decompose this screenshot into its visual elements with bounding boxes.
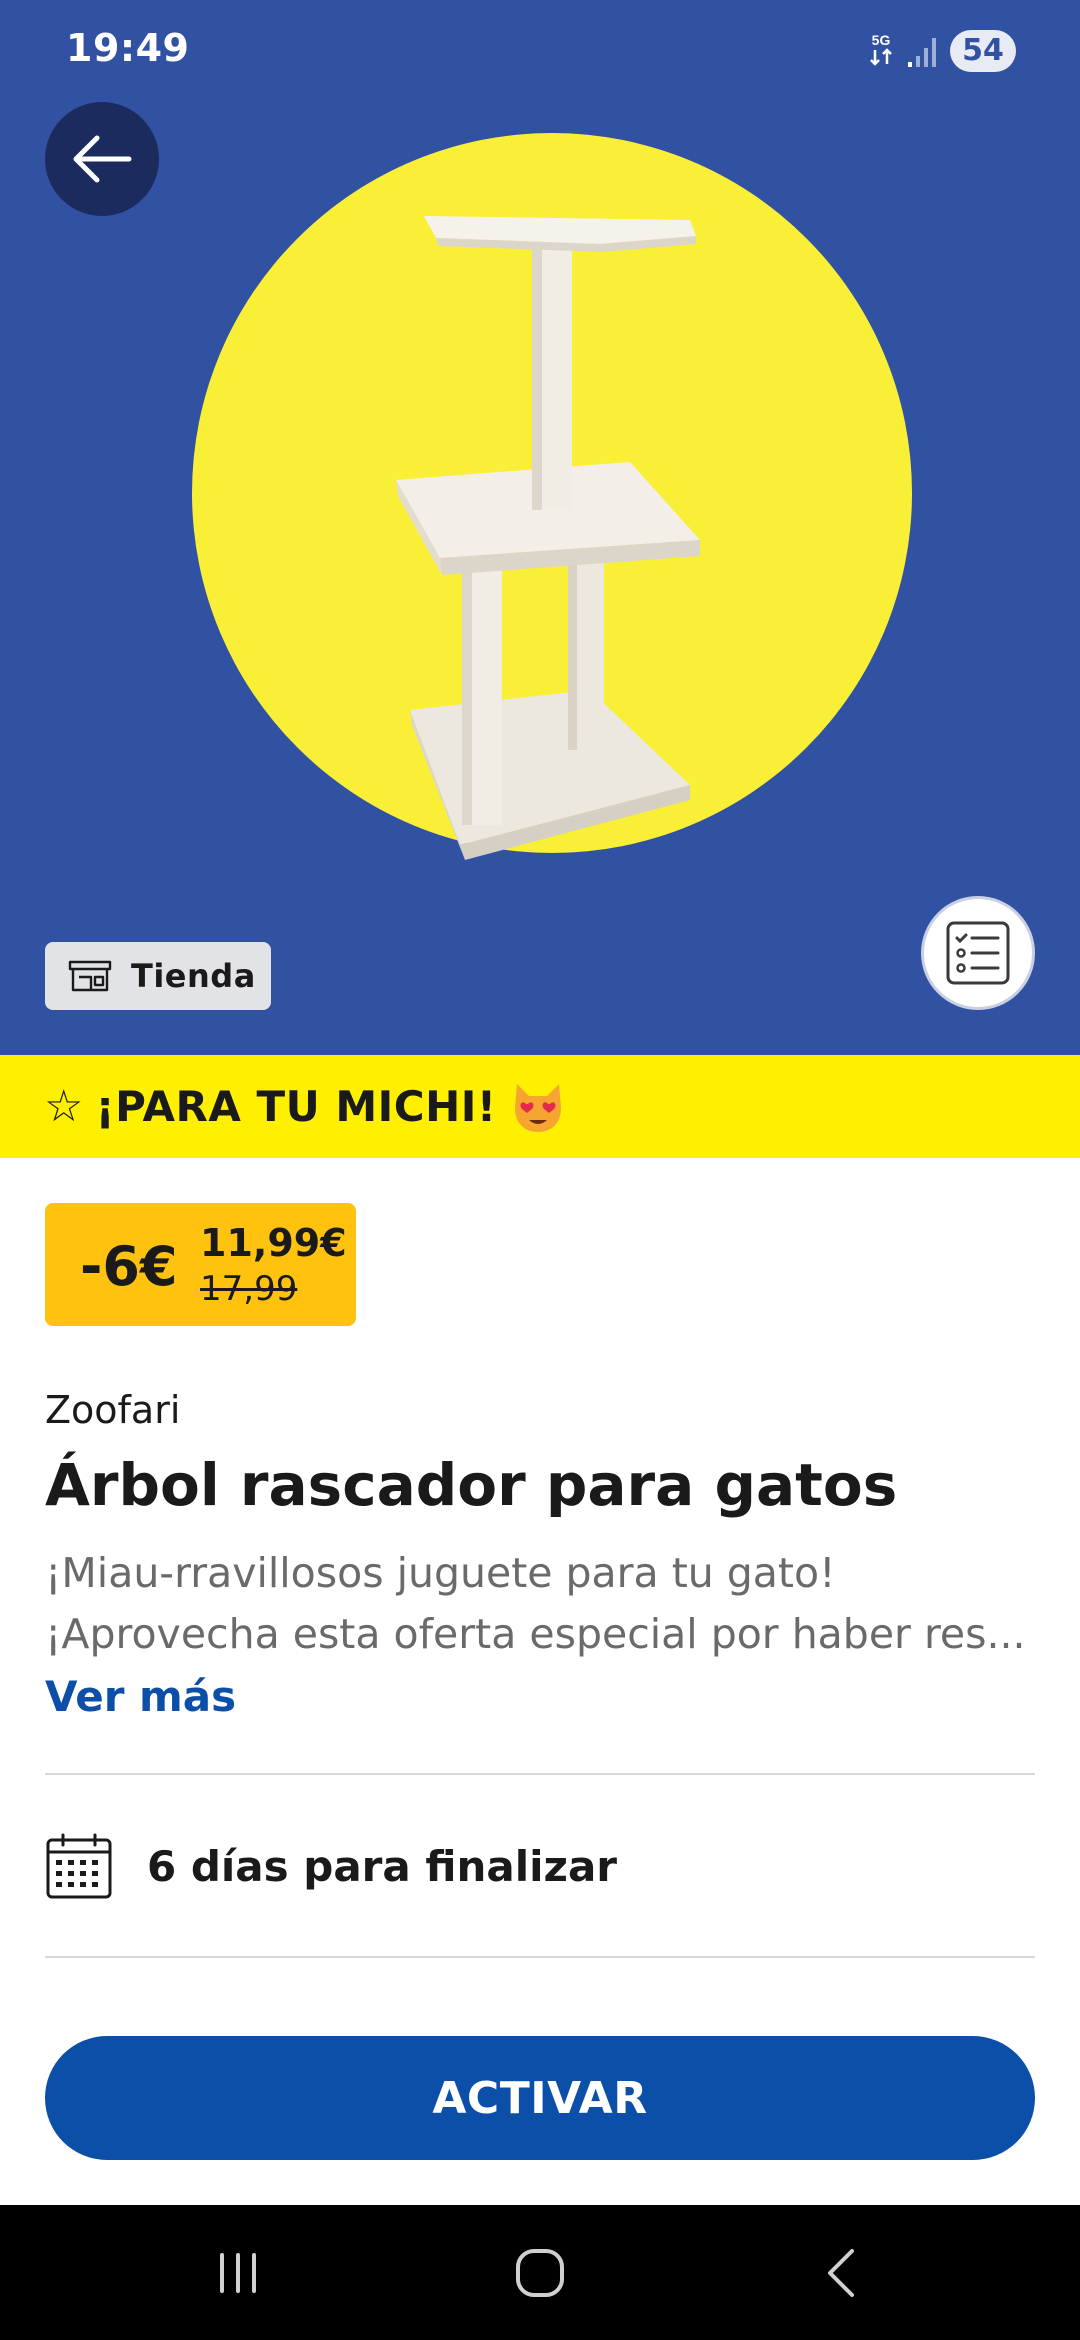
battery-indicator: 54 xyxy=(950,30,1016,72)
promo-banner-text: ¡PARA TU MICHI! xyxy=(95,1082,497,1131)
divider xyxy=(45,1773,1035,1775)
see-more-link[interactable]: Ver más xyxy=(45,1672,236,1721)
divider xyxy=(45,1956,1035,1958)
description-line: ¡Miau-rravillosos juguete para tu gato! xyxy=(45,1549,836,1597)
product-brand: Zoofari xyxy=(45,1388,181,1432)
back-button[interactable] xyxy=(45,102,159,216)
store-icon xyxy=(68,960,112,992)
svg-text:5G: 5G xyxy=(872,32,891,48)
recents-icon xyxy=(220,2252,256,2293)
activate-button[interactable]: ACTIVAR xyxy=(45,2036,1035,2160)
calendar-icon xyxy=(46,1833,112,1899)
store-chip-label: Tienda xyxy=(131,957,256,995)
description-line: ¡Aprovecha esta oferta especial por habe… xyxy=(45,1610,1026,1658)
product-description: ¡Miau-rravillosos juguete para tu gato! … xyxy=(45,1543,1045,1665)
system-navigation-bar xyxy=(0,2205,1080,2340)
back-chevron-icon xyxy=(828,2248,854,2297)
home-button[interactable] xyxy=(450,2205,630,2340)
product-title: Árbol rascador para gatos xyxy=(45,1451,898,1519)
cat-scratching-tree-image xyxy=(396,216,700,860)
shopping-list-button[interactable] xyxy=(921,896,1035,1010)
status-time: 19:49 xyxy=(66,26,190,70)
offer-price: 11,99€ xyxy=(200,1221,347,1265)
store-chip[interactable]: Tienda xyxy=(45,942,271,1010)
arrow-left-icon xyxy=(73,135,132,183)
validity-text: 6 días para finalizar xyxy=(147,1842,618,1891)
price-badge: -6€ 11,99€ 17,99 xyxy=(45,1203,356,1326)
original-price: 17,99 xyxy=(200,1269,298,1309)
star-outline-icon: ☆ xyxy=(44,1080,84,1132)
recents-button[interactable] xyxy=(148,2205,328,2340)
promo-banner: ☆ ¡PARA TU MICHI! xyxy=(0,1055,1080,1158)
product-hero: 19:49 5G 54 Tienda xyxy=(0,0,1080,1055)
back-nav-button[interactable] xyxy=(752,2205,932,2340)
checklist-icon xyxy=(946,921,1010,985)
discount-amount: -6€ xyxy=(80,1235,178,1298)
home-icon xyxy=(516,2248,564,2297)
status-bar: 19:49 5G 54 xyxy=(0,0,1080,100)
network-5g-icon: 5G xyxy=(870,32,892,66)
signal-icon xyxy=(908,38,936,67)
heart-eyes-cat-emoji xyxy=(514,1083,561,1132)
